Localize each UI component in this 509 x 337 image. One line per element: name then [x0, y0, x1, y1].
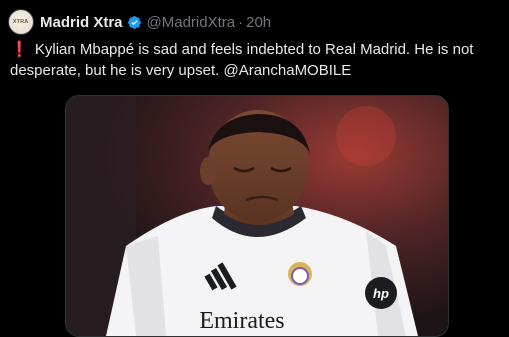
avatar-logo-text: XTRA: [13, 19, 29, 25]
tweet-text: ❗ Kylian Mbappé is sad and feels indebte…: [10, 39, 500, 81]
tweet-header: XTRA Madrid Xtra @MadridXtra · 20h: [8, 6, 271, 38]
svg-text:hp: hp: [373, 286, 389, 301]
mention-link[interactable]: @AranchaMOBILE: [223, 62, 351, 79]
player-photo: hp Emirates: [66, 96, 448, 336]
shirt-sponsor-text: Emirates: [199, 308, 284, 334]
timestamp[interactable]: 20h: [246, 14, 271, 31]
display-name[interactable]: Madrid Xtra: [40, 14, 123, 31]
verified-badge-icon: [127, 15, 142, 30]
author-handle[interactable]: @MadridXtra: [147, 14, 236, 31]
tweet-media-image[interactable]: hp Emirates: [65, 95, 449, 337]
avatar[interactable]: XTRA: [8, 9, 34, 35]
exclamation-icon: ❗: [10, 41, 29, 58]
separator-dot: ·: [238, 13, 244, 31]
author-row: Madrid Xtra @MadridXtra · 20h: [40, 14, 271, 31]
